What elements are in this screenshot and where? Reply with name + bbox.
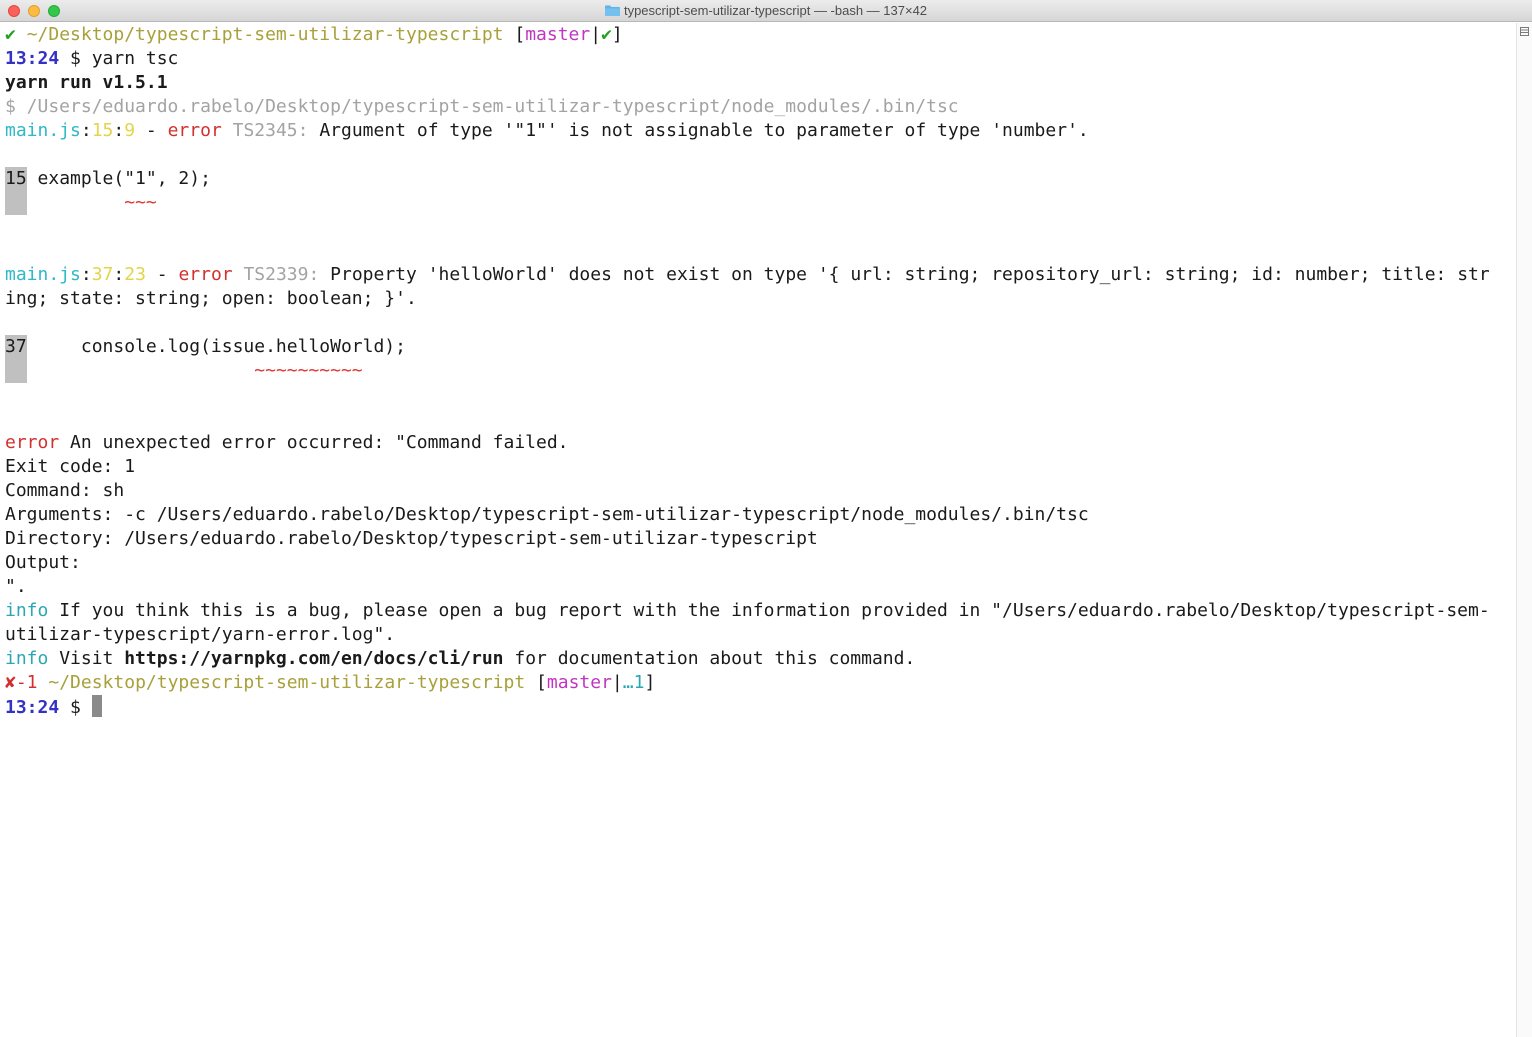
docs-link[interactable]: https://yarnpkg.com/en/docs/cli/run [124, 648, 503, 669]
git-branch: master [546, 672, 612, 693]
error-message-cont: ing; state: string; open: boolean; }'. [5, 288, 417, 309]
error-line-number: 37 [91, 264, 114, 285]
failure-message: An unexpected error occurred: "Command f… [59, 432, 569, 453]
source-line: 37 console.log(issue.helloWorld); [0, 335, 1515, 359]
info-level: info [5, 648, 49, 669]
error-line: main.js:15:9 - error TS2345: Argument of… [0, 119, 1515, 143]
prompt-time: 13:24 [5, 48, 60, 69]
line-number-gutter: 15 [5, 167, 27, 191]
error-message: Argument of type '"1"' is not assignable… [308, 120, 1089, 141]
bracket: [ [525, 672, 547, 693]
error-code: TS2339: [232, 264, 320, 285]
exit-code-line: Exit code: 1 [5, 456, 136, 477]
directory-line: Directory: /Users/eduardo.rabelo/Desktop… [5, 528, 818, 549]
window-title: typescript-sem-utilizar-typescript — -ba… [623, 3, 928, 18]
squiggle-line: ~~~ [0, 191, 1515, 215]
separator: | [590, 24, 602, 45]
colon: : [80, 120, 92, 141]
source-line: 15 example("1", 2); [0, 167, 1515, 191]
error-level: error [167, 120, 222, 141]
status-fail-icon: ✘ [5, 672, 16, 693]
arguments-line: Arguments: -c /Users/eduardo.rabelo/Desk… [5, 504, 1089, 525]
failure-level: error [5, 432, 60, 453]
error-line-number: 15 [91, 120, 114, 141]
colon: : [113, 120, 125, 141]
error-underline: ~~~ [124, 192, 157, 213]
yarn-version-line: yarn run v1.5.1 [5, 72, 168, 93]
bracket: ] [644, 672, 656, 693]
info-text: Visit [48, 648, 125, 669]
error-line: main.js:37:23 - error TS2339: Property '… [0, 263, 1515, 287]
colon: : [80, 264, 92, 285]
command-info-line: Command: sh [5, 480, 125, 501]
terminal-output[interactable]: ✔ ~/Desktop/typescript-sem-utilizar-type… [0, 23, 1515, 1037]
error-code: TS2345: [221, 120, 309, 141]
split-pane-icon[interactable] [1520, 27, 1529, 36]
prompt-path: ~/Desktop/typescript-sem-utilizar-typesc… [37, 672, 526, 693]
git-clean-icon: ✔ [601, 24, 612, 45]
info-message: If you think this is a bug, please open … [48, 600, 1490, 621]
info-text: for documentation about this command. [503, 648, 916, 669]
info-line: info Visit https://yarnpkg.com/en/docs/c… [0, 647, 1515, 671]
gutter-blank [5, 191, 27, 215]
error-level: error [178, 264, 233, 285]
gutter-blank [5, 359, 27, 383]
prompt-symbol: $ [59, 48, 92, 69]
error-underline: ~~~~~~~~~~ [254, 360, 363, 381]
prompt-line: ✔ ~/Desktop/typescript-sem-utilizar-type… [0, 23, 1515, 47]
title-bar: typescript-sem-utilizar-typescript — -ba… [0, 0, 1532, 22]
info-line: info If you think this is a bug, please … [0, 599, 1515, 623]
dash: - [145, 264, 179, 285]
prompt-path: ~/Desktop/typescript-sem-utilizar-typesc… [26, 24, 504, 45]
terminal-window: typescript-sem-utilizar-typescript — -ba… [0, 0, 1532, 1037]
bracket: [ [514, 24, 526, 45]
git-branch: master [525, 24, 591, 45]
closing-line: ". [5, 576, 27, 597]
tsc-path-line: $ /Users/eduardo.rabelo/Desktop/typescri… [5, 96, 959, 117]
source-code: console.log(issue.helloWorld); [26, 336, 406, 357]
failure-line: error An unexpected error occurred: "Com… [0, 431, 1515, 455]
folder-icon [604, 5, 620, 16]
bracket: ] [611, 24, 623, 45]
info-level: info [5, 600, 49, 621]
command-line: 13:24 $ [0, 695, 1515, 719]
line-number-gutter: 37 [5, 335, 27, 359]
colon: : [113, 264, 125, 285]
info-message-cont: utilizar-typescript/yarn-error.log". [5, 624, 396, 645]
prompt-symbol: $ [59, 697, 92, 718]
error-column: 23 [124, 264, 146, 285]
squiggle-line: ~~~~~~~~~~ [0, 359, 1515, 383]
error-message: Property 'helloWorld' does not exist on … [319, 264, 1490, 285]
prompt-time: 13:24 [5, 697, 60, 718]
prompt-line: ✘-1 ~/Desktop/typescript-sem-utilizar-ty… [0, 671, 1515, 695]
command-text: yarn tsc [91, 48, 179, 69]
source-code: example("1", 2); [26, 168, 211, 189]
output-line: Output: [5, 552, 81, 573]
error-column: 9 [124, 120, 136, 141]
git-untracked-count: …1 [622, 672, 645, 693]
error-file: main.js [5, 264, 81, 285]
error-file: main.js [5, 120, 81, 141]
separator: | [611, 672, 623, 693]
exit-status: -1 [15, 672, 38, 693]
dash: - [135, 120, 168, 141]
terminal-cursor [91, 695, 102, 717]
status-ok-icon: ✔ [5, 24, 16, 45]
window-title-area: typescript-sem-utilizar-typescript — -ba… [0, 3, 1532, 18]
command-line: 13:24 $ yarn tsc [0, 47, 1515, 71]
scrollbar[interactable] [1516, 23, 1532, 1037]
